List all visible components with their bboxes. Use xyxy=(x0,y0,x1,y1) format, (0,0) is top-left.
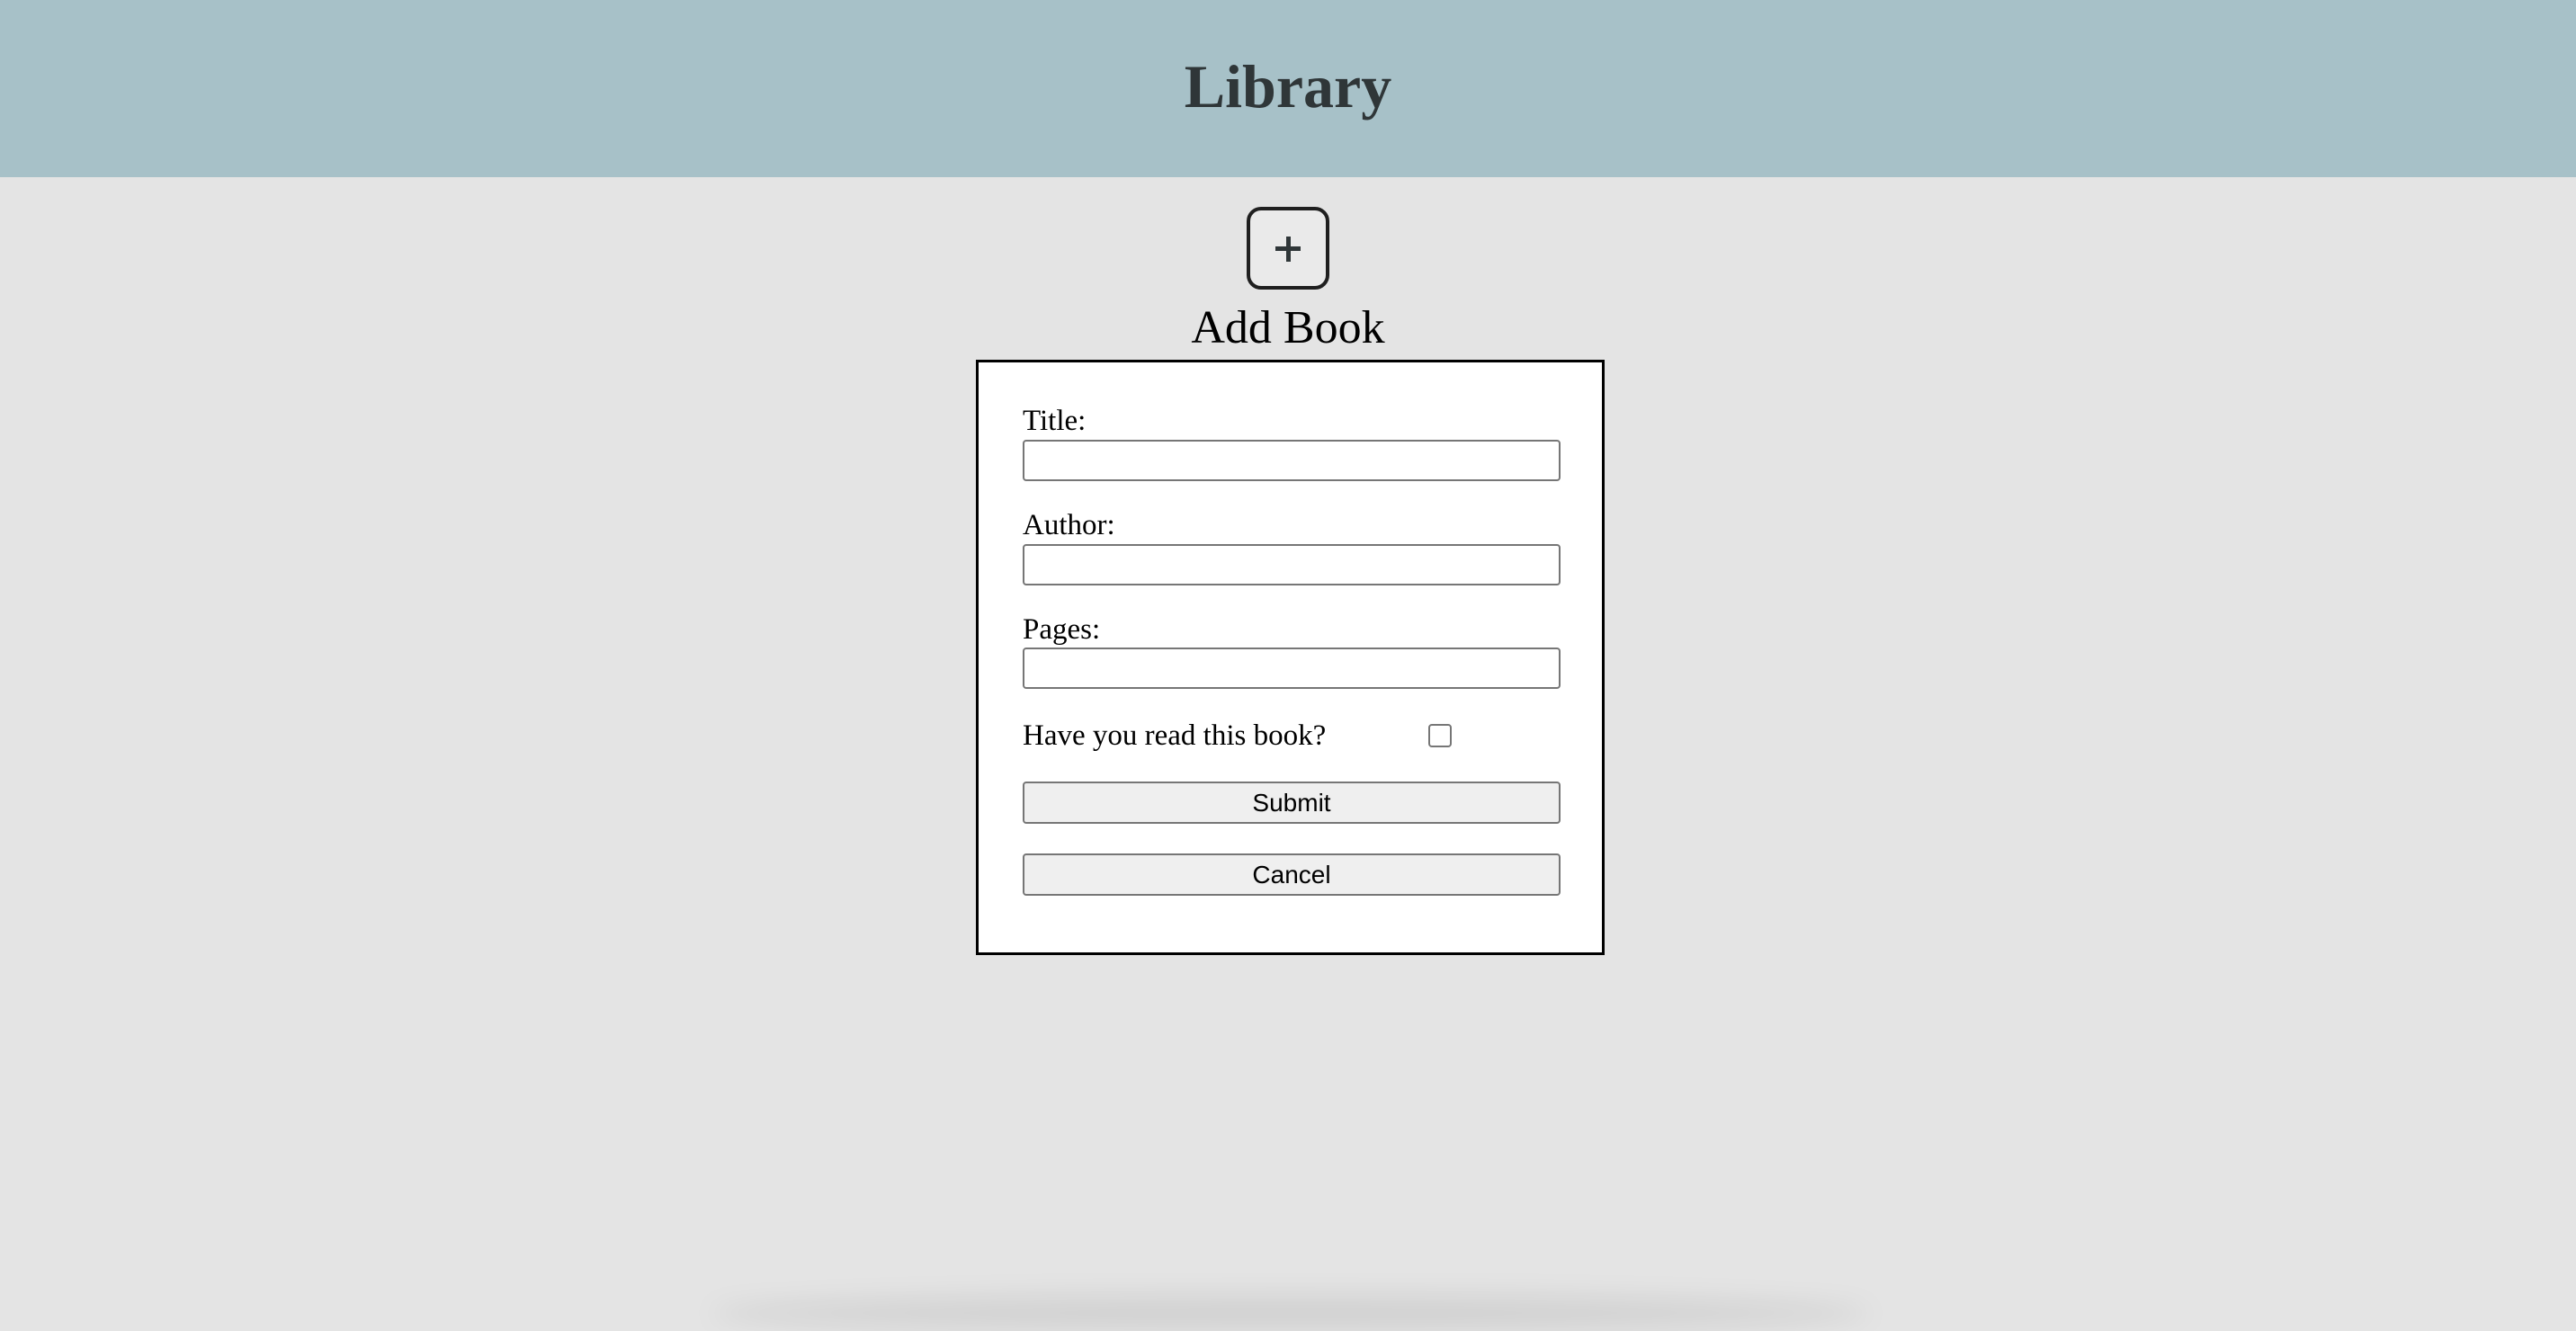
pages-input[interactable] xyxy=(1023,648,1561,689)
add-book-form: Title: Author: Pages: Have you read this… xyxy=(976,360,1605,955)
author-label: Author: xyxy=(1023,509,1115,541)
read-checkbox[interactable] xyxy=(1428,724,1452,747)
page-title: Library xyxy=(1184,52,1392,121)
plus-icon-vertical-stroke xyxy=(1285,236,1291,262)
app-header: Library xyxy=(0,0,2576,177)
submit-button[interactable]: Submit xyxy=(1023,782,1561,824)
bottom-shadow xyxy=(711,1295,1871,1331)
cancel-button[interactable]: Cancel xyxy=(1023,853,1561,896)
title-input[interactable] xyxy=(1023,440,1561,481)
read-question-label: Have you read this book? xyxy=(1023,719,1327,752)
pages-label: Pages: xyxy=(1023,613,1101,646)
add-book-label: Add Book xyxy=(1191,302,1385,353)
author-input[interactable] xyxy=(1023,544,1561,585)
title-label: Title: xyxy=(1023,405,1087,437)
add-book-button[interactable] xyxy=(1247,207,1329,290)
